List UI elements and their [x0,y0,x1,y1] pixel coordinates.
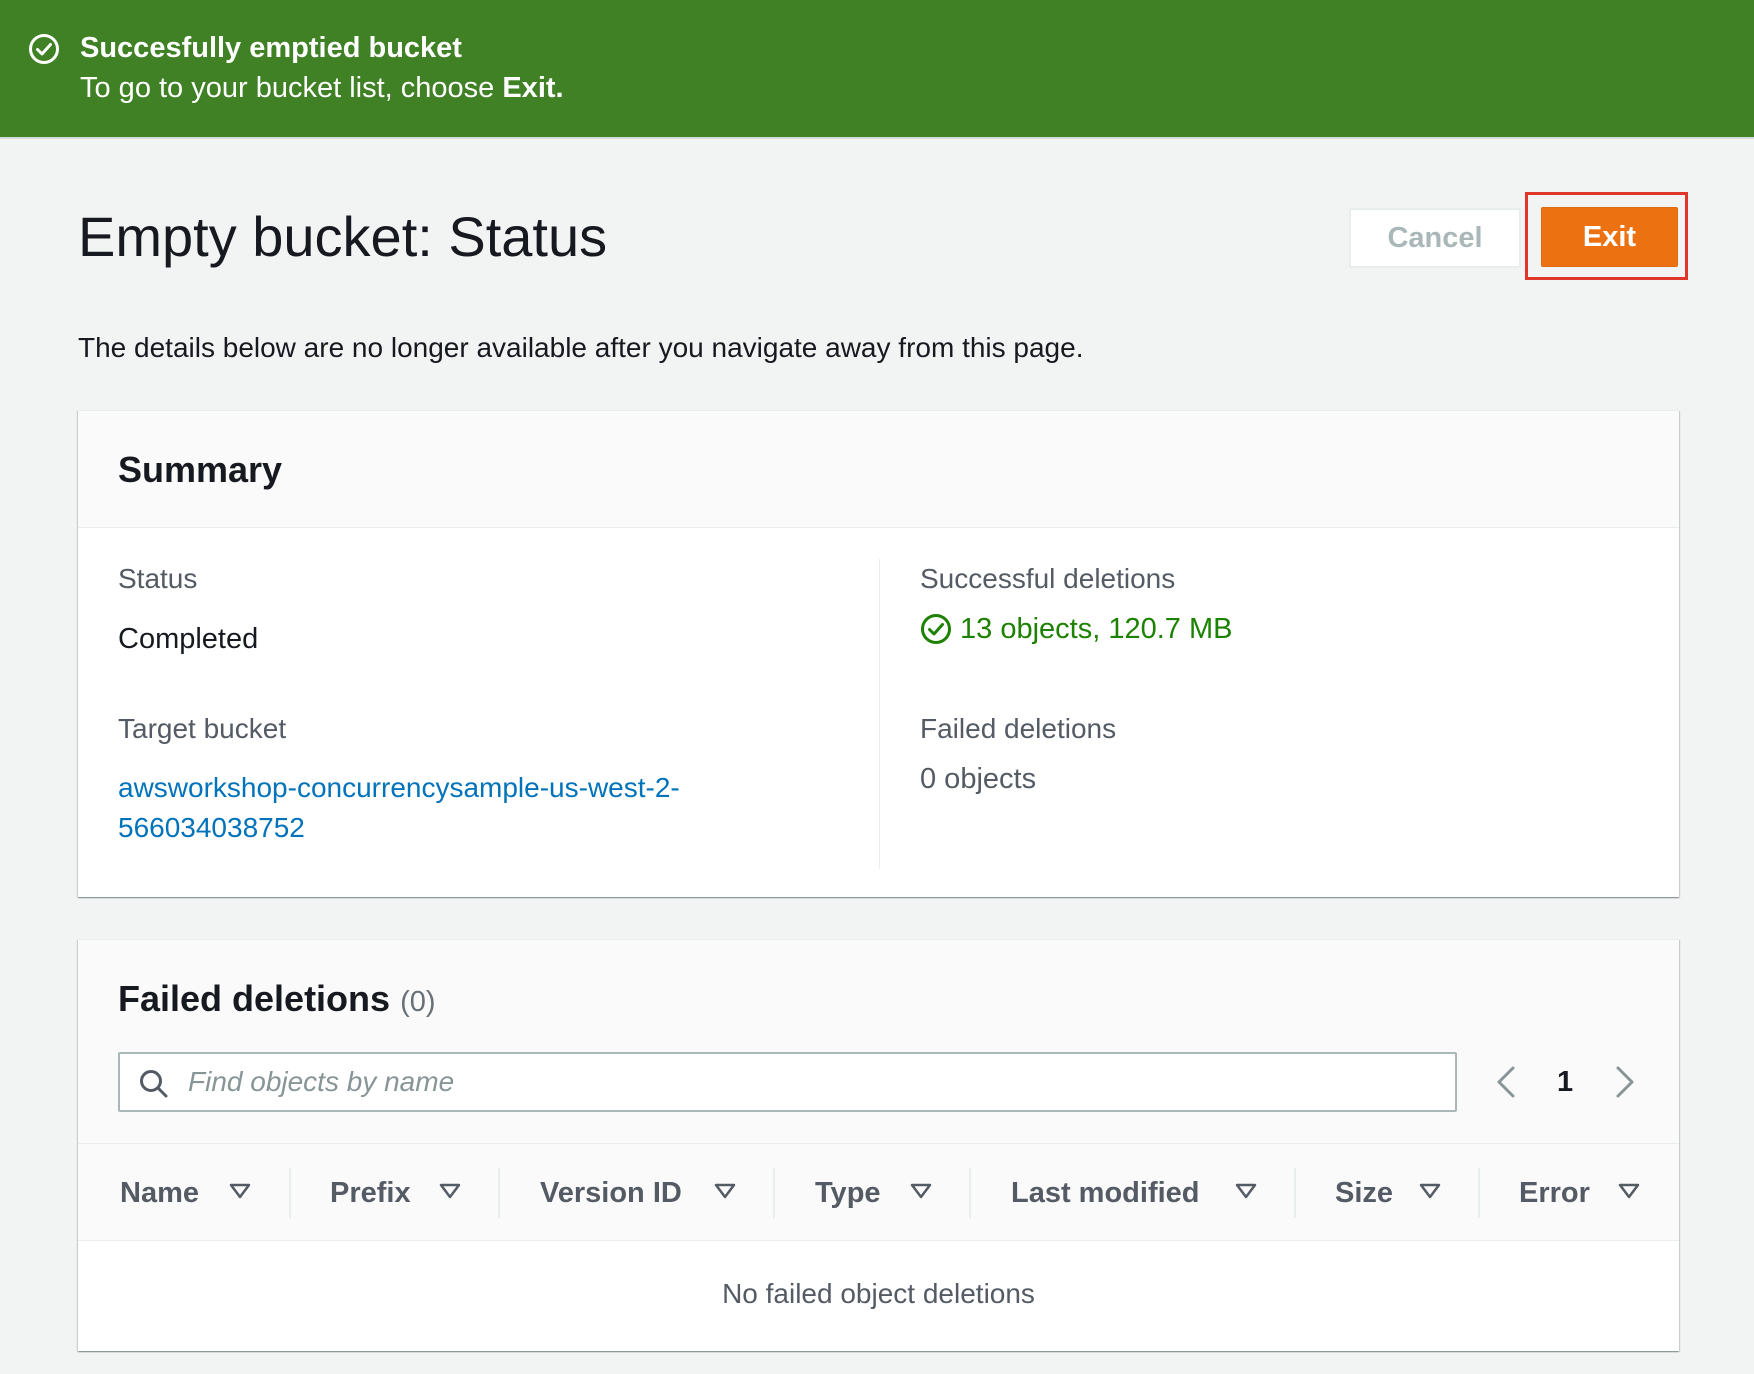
column-divider [969,1168,971,1218]
column-divider [773,1168,775,1218]
target-bucket-link-line1: awsworkshop-concurrencysample-us-west-2- [118,772,680,803]
column-header-label: Error [1519,1176,1590,1209]
column-header-label: Type [815,1176,881,1209]
flash-message: To go to your bucket list, choose Exit. [80,70,564,106]
flash-message-exit: Exit. [502,72,564,104]
column-header-version-id[interactable]: Version ID [540,1144,682,1242]
column-header-label: Last modified [1011,1176,1200,1209]
exit-button[interactable]: Exit [1541,207,1678,267]
page-title: Empty bucket: Status [78,205,608,268]
failed-deletions-value: 0 objects [920,763,1037,795]
column-header-prefix[interactable]: Prefix [330,1144,411,1242]
caret-down-icon[interactable] [714,1182,736,1200]
search-box [118,1052,1457,1112]
failed-deletions-label: Failed deletions [920,713,1117,744]
check-circle-icon [921,614,951,644]
column-divider [498,1168,500,1218]
column-header-label: Name [120,1176,199,1209]
caret-down-icon[interactable] [1235,1182,1257,1200]
cancel-button[interactable]: Cancel [1349,208,1521,268]
column-divider [1478,1168,1480,1218]
column-header-label: Prefix [330,1176,411,1209]
table-header-row: Name Prefix Version ID Type Last modifie… [78,1143,1679,1241]
failed-deletions-container: Failed deletions (0) 1 Name Prefix Versi [78,939,1679,1351]
check-circle-icon [29,34,59,64]
search-icon [140,1070,168,1098]
target-bucket-label: Target bucket [118,713,287,744]
caret-down-icon[interactable] [910,1182,932,1200]
flash-message-text: To go to your bucket list, choose [80,72,503,104]
next-page-button[interactable] [1608,1052,1640,1112]
failed-deletions-heading-text: Failed deletions [118,978,391,1019]
page-number-button[interactable]: 1 [1557,1052,1573,1112]
column-header-size[interactable]: Size [1335,1144,1393,1242]
column-header-type[interactable]: Type [815,1144,881,1242]
summary-header: Summary [78,411,1679,528]
column-header-label: Version ID [540,1176,682,1209]
failed-deletions-count: (0) [400,986,436,1018]
status-value: Completed [118,623,259,655]
status-label: Status [118,563,198,594]
column-divider [1294,1168,1296,1218]
caret-down-icon[interactable] [1618,1182,1640,1200]
target-bucket-link[interactable]: awsworkshop-concurrencysample-us-west-2-… [118,768,680,848]
page-description: The details below are no longer availabl… [78,332,1084,363]
column-header-label: Size [1335,1176,1394,1209]
caret-down-icon[interactable] [229,1182,251,1200]
flash-title: Succesfully emptied bucket [80,32,462,64]
column-header-name[interactable]: Name [120,1144,199,1242]
column-divider [289,1168,291,1218]
chevron-right-icon [1616,1066,1634,1098]
summary-heading: Summary [118,449,283,490]
previous-page-button[interactable] [1491,1052,1523,1112]
summary-container: Summary Status Completed Target bucket a… [78,410,1679,897]
success-flash-banner: Succesfully emptied bucket To go to your… [0,0,1754,139]
successful-deletions-value: 13 objects, 120.7 MB [920,609,1232,649]
failed-deletions-header: Failed deletions (0) 1 [78,940,1679,1143]
empty-table-message: No failed object deletions [722,1278,1035,1309]
chevron-left-icon [1497,1066,1515,1098]
column-divider [879,559,880,869]
column-header-last-modified[interactable]: Last modified [1011,1144,1200,1242]
caret-down-icon[interactable] [1419,1182,1441,1200]
column-header-error[interactable]: Error [1519,1144,1590,1242]
caret-down-icon[interactable] [439,1182,461,1200]
failed-deletions-heading: Failed deletions (0) [118,978,436,1020]
successful-deletions-text: 13 objects, 120.7 MB [960,613,1233,645]
search-input[interactable] [188,1060,1438,1104]
successful-deletions-label: Successful deletions [920,563,1176,594]
target-bucket-link-line2: 566034038752 [118,812,305,843]
